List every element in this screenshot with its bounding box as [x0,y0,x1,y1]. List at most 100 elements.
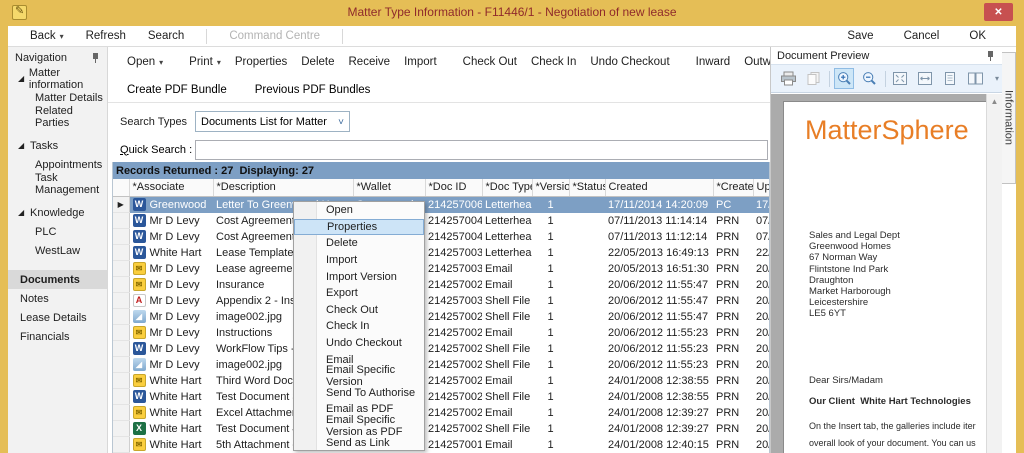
context-menu-item-import[interactable]: Import [294,252,424,269]
doc-toolbar-check-out-button[interactable]: Check Out [456,52,524,72]
scroll-up-icon[interactable]: ▲ [987,94,1002,109]
row-selector-cell[interactable] [113,213,129,229]
context-menu-item-import-version[interactable]: Import Version [294,268,424,285]
row-selector-cell[interactable] [113,341,129,357]
sidebar-item-task-management[interactable]: Task Management [8,174,107,193]
table-row[interactable]: Mr D Levyimage002.jpg2142570029Shell Fil… [113,309,770,325]
doc-toolbar-receive-button[interactable]: Receive [342,52,398,72]
column-header-upd[interactable]: Upd [753,179,770,196]
row-selector-cell[interactable] [113,229,129,245]
search-button[interactable]: Search [148,30,184,42]
column-header-description[interactable]: *Description [213,179,353,196]
row-selector-cell[interactable] [113,261,129,277]
row-selector-cell[interactable] [113,277,129,293]
sidebar-item-related-parties[interactable]: Related Parties [8,107,107,126]
pin-icon[interactable] [986,50,996,62]
column-header-wallet[interactable]: *Wallet [353,179,425,196]
table-row[interactable]: Mr D LevyInsurance2142570028Email120/06/… [113,277,770,293]
table-row[interactable]: Mr D LevyLease agreement2142570031Email1… [113,261,770,277]
table-row[interactable]: White HartTest Document 3.doc2142570024S… [113,389,770,405]
doc-toolbar-undo-checkout-button[interactable]: Undo Checkout [583,52,676,72]
context-menu-item-email-specific-version[interactable]: Email Specific Version [294,368,424,385]
command-centre-button[interactable]: Command Centre [229,30,320,42]
table-row[interactable]: White HartLease Template To Wh2142570033… [113,245,770,261]
column-header-associate[interactable]: *Associate [129,179,213,196]
context-menu-item-undo-checkout[interactable]: Undo Checkout [294,335,424,352]
refresh-button[interactable]: Refresh [86,30,126,42]
sidebar-item-financials[interactable]: Financials [8,327,107,346]
row-selector-cell[interactable] [113,389,129,405]
doc-toolbar-import-button[interactable]: Import [397,52,444,72]
tab-information[interactable]: Information [1002,52,1016,184]
doc-toolbar-properties-button[interactable]: Properties [228,52,294,72]
table-row[interactable]: White Hart5th Attachment - Excel21425700… [113,437,770,453]
doc-toolbar-inward-button[interactable]: Inward [689,52,738,72]
row-selector-cell[interactable] [113,196,129,213]
column-header-created-by[interactable]: *Created By [713,179,753,196]
doc-toolbar-delete-button[interactable]: Delete [294,52,341,72]
preview-scrollbar[interactable]: ▲ [986,94,1002,453]
column-header-status[interactable]: *Status [569,179,605,196]
row-selector-cell[interactable] [113,405,129,421]
table-row[interactable]: GreenwoodLetter To Greenwood HomesCorres… [113,196,770,213]
row-selector-cell[interactable] [113,373,129,389]
row-selector-cell[interactable] [113,421,129,437]
table-row[interactable]: Mr D LevyWorkFlow Tips - 29Jun2142570027… [113,341,770,357]
column-header-created[interactable]: Created [605,179,713,196]
table-row[interactable]: Mr D LevyAppendix 2 - Insurance214257003… [113,293,770,309]
row-selector-cell[interactable] [113,357,129,373]
ok-button[interactable]: OK [969,30,986,42]
fit-page-icon[interactable] [890,68,910,89]
cancel-button[interactable]: Cancel [904,30,940,42]
sidebar-item-knowledge[interactable]: Knowledge [8,203,107,222]
toolbar-overflow-icon[interactable]: ▾ [995,74,999,83]
row-selector-cell[interactable] [113,325,129,341]
back-button[interactable]: Back [30,30,64,42]
copy-pages-icon[interactable] [803,68,823,89]
single-page-icon[interactable] [940,68,960,89]
context-menu-item-export[interactable]: Export [294,285,424,302]
context-menu-item-delete[interactable]: Delete [294,235,424,252]
table-row[interactable]: White HartThird Word Document2142570023E… [113,373,770,389]
context-menu-item-send-to-authorise[interactable]: Send To Authorise [294,385,424,402]
context-menu-item-send-as-link[interactable]: Send as Link [294,434,424,451]
table-row[interactable]: Mr D LevyInstructions2142570025Email120/… [113,325,770,341]
fit-width-icon[interactable] [915,68,935,89]
sidebar-item-documents[interactable]: Documents [8,270,107,289]
close-button[interactable] [984,3,1013,21]
pin-icon[interactable] [91,52,101,64]
table-row[interactable]: White HartTest Document 4.xls2142570022S… [113,421,770,437]
create-pdf-bundle-button[interactable]: Create PDF Bundle [120,80,234,100]
table-row[interactable]: Mr D LevyCost Agreement Full Pr214257004… [113,229,770,245]
quick-search-input[interactable] [195,140,768,160]
context-menu-item-properties[interactable]: Properties [294,219,424,236]
row-selector-cell[interactable] [113,437,129,453]
column-header-versio[interactable]: *Versio [532,179,569,196]
column-header-doc-type[interactable]: *Doc Type [482,179,532,196]
previous-pdf-bundles-button[interactable]: Previous PDF Bundles [248,80,378,100]
sidebar-item-tasks[interactable]: Tasks [8,136,107,155]
sidebar-item-matter-information[interactable]: Matter information [8,69,107,88]
doc-toolbar-check-in-button[interactable]: Check In [524,52,583,72]
sidebar-item-plc[interactable]: PLC [8,222,107,241]
search-types-dropdown[interactable]: Documents List for Matter [195,111,350,132]
table-row[interactable]: White HartExcel Attachment2142570021Emai… [113,405,770,421]
context-menu-item-email-specific-version-as-pdf[interactable]: Email Specific Version as PDF [294,418,424,435]
print-icon[interactable] [778,68,798,89]
table-row[interactable]: Mr D Levyimage002.jpg2142570026Shell Fil… [113,357,770,373]
doc-toolbar-open-button[interactable]: Open [120,52,170,72]
two-pages-icon[interactable] [965,68,985,89]
context-menu-item-open[interactable]: Open [294,202,424,219]
zoom-out-icon[interactable] [859,68,879,89]
sidebar-item-lease-details[interactable]: Lease Details [8,308,107,327]
context-menu-item-check-out[interactable]: Check Out [294,302,424,319]
row-selector-cell[interactable] [113,293,129,309]
context-menu-item-check-in[interactable]: Check In [294,318,424,335]
table-row[interactable]: Mr D LevyCost Agreement Full Pr214257004… [113,213,770,229]
column-header-doc-id[interactable]: *Doc ID [425,179,482,196]
sidebar-item-westlaw[interactable]: WestLaw [8,241,107,260]
row-selector-cell[interactable] [113,245,129,261]
doc-toolbar-print-button[interactable]: Print [182,52,228,72]
sidebar-item-notes[interactable]: Notes [8,289,107,308]
save-button[interactable]: Save [847,30,873,42]
